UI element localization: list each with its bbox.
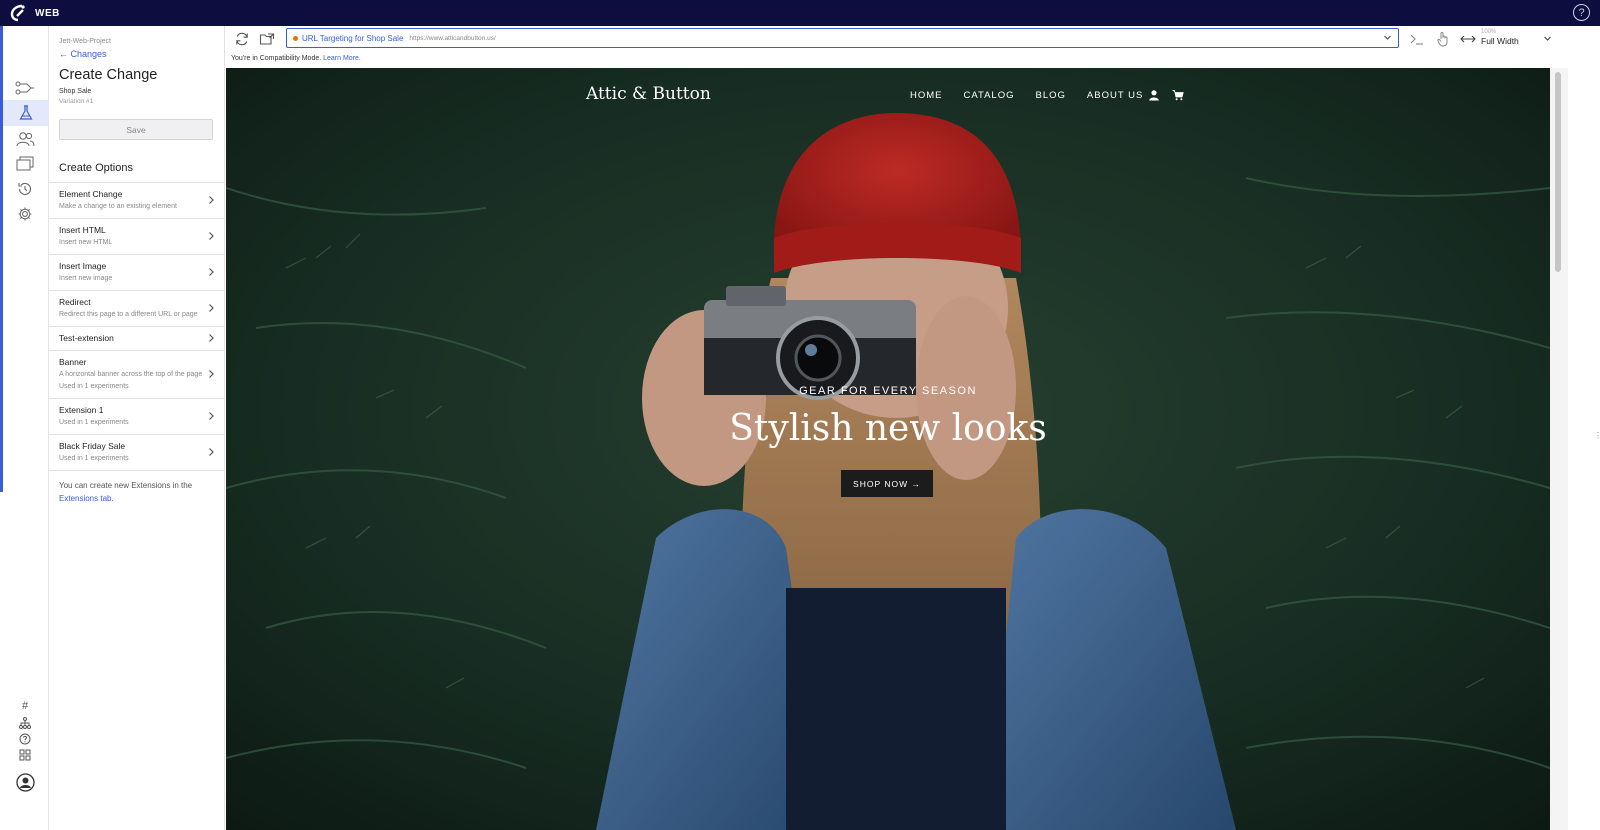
create-option-row[interactable]: Black Friday Sale Used in 1 experiments bbox=[49, 435, 224, 471]
create-option-row[interactable]: Extension 1 Used in 1 experiments bbox=[49, 399, 224, 435]
option-description: Insert new HTML bbox=[59, 239, 113, 246]
help-icon[interactable] bbox=[18, 732, 32, 746]
viewport-width-select[interactable]: 100% Full Width bbox=[1481, 29, 1519, 46]
panel-title: Create Change bbox=[59, 67, 158, 83]
option-description: Make a change to an existing element bbox=[59, 203, 177, 210]
create-option-row[interactable]: Redirect Redirect this page to a differen… bbox=[49, 291, 224, 327]
width-mode: Full Width bbox=[1481, 36, 1519, 46]
site-preview[interactable]: Attic & Button HOME CATALOG BLOG ABOUT US G… bbox=[226, 68, 1550, 830]
extensions-tab-link[interactable]: Extensions tab. bbox=[59, 494, 114, 503]
site-nav-item[interactable]: ABOUT US bbox=[1087, 90, 1143, 101]
chevron-right-icon bbox=[208, 447, 215, 460]
save-button[interactable]: Save bbox=[59, 119, 213, 140]
cart-icon[interactable] bbox=[1172, 88, 1184, 101]
url-targeting-select[interactable]: URL Targeting for Shop Sale https://www.… bbox=[286, 28, 1399, 48]
chevron-right-icon bbox=[208, 411, 215, 424]
nav-rail: # bbox=[0, 26, 49, 830]
open-page-icon[interactable] bbox=[258, 30, 276, 48]
option-description: Redirect this page to a different URL or… bbox=[59, 311, 198, 318]
chevron-right-icon bbox=[208, 303, 215, 316]
create-options-list: Element Change Make a change to an existi… bbox=[49, 182, 224, 471]
user-avatar-icon[interactable] bbox=[16, 773, 35, 792]
option-description: A horizontal banner across the top of th… bbox=[59, 371, 203, 378]
create-option-row[interactable]: Element Change Make a change to an existi… bbox=[49, 183, 224, 219]
drag-handle-icon[interactable]: ⋮ bbox=[1594, 432, 1600, 440]
site-nav-item[interactable]: HOME bbox=[910, 90, 943, 101]
option-label: Banner bbox=[59, 357, 87, 367]
url-targeting-label: URL Targeting for Shop Sale bbox=[302, 33, 404, 43]
chevron-right-icon bbox=[208, 333, 215, 346]
option-label: Extension 1 bbox=[59, 405, 104, 415]
extensions-note-text: You can create new Extensions in the bbox=[59, 481, 193, 490]
extensions-icon[interactable] bbox=[18, 748, 32, 762]
site-logo[interactable]: Attic & Button bbox=[586, 84, 711, 104]
site-nav-item[interactable]: BLOG bbox=[1036, 90, 1066, 101]
preview-scrollbar[interactable] bbox=[1550, 68, 1568, 830]
code-console-icon[interactable] bbox=[1408, 30, 1426, 48]
editor-toolbar: URL Targeting for Shop Sale https://www.… bbox=[225, 26, 1600, 52]
shop-now-button[interactable]: SHOP NOW → bbox=[841, 470, 933, 497]
app-title: WEB bbox=[35, 7, 60, 19]
status-dot bbox=[293, 35, 298, 41]
flow-icon[interactable] bbox=[12, 77, 38, 99]
question-circle-icon[interactable]: ? bbox=[1573, 4, 1590, 21]
option-label: Redirect bbox=[59, 297, 91, 307]
variation-name: Variation #1 bbox=[59, 98, 94, 105]
extensions-note: You can create new Extensions in the Ext… bbox=[59, 479, 219, 505]
option-label: Element Change bbox=[59, 189, 123, 199]
site-nav: HOME CATALOG BLOG ABOUT US bbox=[910, 90, 1143, 101]
chevron-right-icon bbox=[208, 231, 215, 244]
target-url: https://www.atticandbutton.us/ bbox=[409, 34, 496, 42]
create-option-row[interactable]: Banner A horizontal banner across the top… bbox=[49, 351, 224, 399]
option-label: Insert HTML bbox=[59, 225, 106, 235]
chevron-right-icon bbox=[208, 195, 215, 208]
create-option-row[interactable]: Test-extension bbox=[49, 327, 224, 351]
sitemap-icon[interactable] bbox=[18, 716, 32, 730]
rail-accent-bar bbox=[0, 26, 3, 492]
hash-icon[interactable]: # bbox=[18, 699, 32, 713]
app-header: WEB ? bbox=[0, 0, 1600, 26]
layers-icon[interactable] bbox=[12, 153, 38, 175]
option-usage: Used in 1 experiments bbox=[59, 455, 129, 462]
option-usage: Used in 1 experiments bbox=[59, 383, 129, 390]
users-icon[interactable] bbox=[12, 128, 38, 150]
compatibility-mode-notice: You're in Compatibility Mode. Learn More… bbox=[225, 52, 1600, 68]
learn-more-link[interactable]: Learn More. bbox=[323, 55, 361, 62]
option-label: Black Friday Sale bbox=[59, 441, 126, 451]
scrollbar-thumb[interactable] bbox=[1555, 72, 1561, 272]
option-description: Insert new image bbox=[59, 275, 113, 282]
create-option-row[interactable]: Insert Image Insert new image bbox=[49, 255, 224, 291]
flask-icon[interactable] bbox=[3, 100, 49, 126]
compatibility-text: You're in Compatibility Mode. bbox=[231, 55, 324, 62]
right-edge-panel: ⋮ bbox=[1568, 26, 1600, 830]
account-icon[interactable] bbox=[1148, 88, 1160, 101]
option-label: Insert Image bbox=[59, 261, 107, 271]
app-logo-icon[interactable] bbox=[7, 2, 29, 24]
hero-headline: Stylish new looks bbox=[729, 408, 1047, 449]
site-nav-item[interactable]: CATALOG bbox=[964, 90, 1015, 101]
pointer-mode-icon[interactable] bbox=[1434, 30, 1452, 48]
hero-photo bbox=[226, 68, 1550, 830]
create-options-heading: Create Options bbox=[59, 162, 133, 174]
option-usage: Used in 1 experiments bbox=[59, 419, 129, 426]
gear-icon[interactable] bbox=[12, 203, 38, 225]
chevron-right-icon bbox=[208, 369, 215, 382]
chevron-down-icon bbox=[1383, 33, 1392, 44]
refresh-icon[interactable] bbox=[233, 30, 251, 48]
option-label: Test-extension bbox=[59, 333, 114, 343]
project-name: Jett-Web-Project bbox=[59, 38, 111, 45]
create-change-panel: Jett-Web-Project ← Changes Create Change… bbox=[49, 26, 225, 830]
chevron-down-icon[interactable] bbox=[1543, 34, 1552, 45]
chevron-right-icon bbox=[208, 267, 215, 280]
campaign-name: Shop Sale bbox=[59, 88, 92, 95]
back-to-changes-link[interactable]: ← Changes bbox=[59, 49, 107, 59]
history-icon[interactable] bbox=[12, 178, 38, 200]
create-option-row[interactable]: Insert HTML Insert new HTML bbox=[49, 219, 224, 255]
zoom-level: 100% bbox=[1481, 29, 1497, 35]
hero-kicker: GEAR FOR EVERY SEASON bbox=[799, 385, 977, 397]
resize-width-icon[interactable] bbox=[1459, 30, 1477, 48]
